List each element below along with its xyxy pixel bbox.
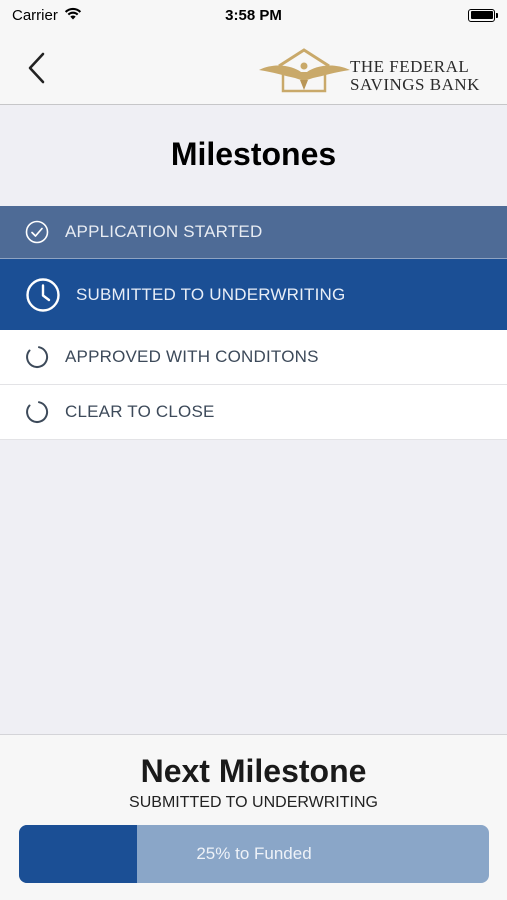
pending-circle-icon [25,400,49,424]
milestone-item-submitted-to-underwriting[interactable]: SUBMITTED TO UNDERWRITING [0,259,507,330]
status-left: Carrier [12,7,82,24]
progress-label: 25% to Funded [196,844,312,863]
milestone-label: SUBMITTED TO UNDERWRITING [76,284,346,304]
page-title: Milestones [170,136,337,172]
next-milestone-name: SUBMITTED TO UNDERWRITING [129,794,378,811]
logo-text: THE FEDERAL SAVINGS BANK [350,58,480,94]
back-button[interactable] [20,50,54,86]
check-circle-icon [25,220,49,244]
milestone-item-approved-with-conditions[interactable]: APPROVED WITH CONDITONS [0,330,507,385]
next-milestone-panel: Next Milestone SUBMITTED TO UNDERWRITING… [0,734,507,900]
milestone-label: CLEAR TO CLOSE [65,402,215,421]
nav-bar: THE FEDERAL SAVINGS BANK [0,30,507,105]
milestone-list: APPLICATION STARTED SUBMITTED TO UNDERWR… [0,206,507,440]
bank-logo: THE FEDERAL SAVINGS BANK [257,46,489,96]
milestone-label: APPROVED WITH CONDITONS [65,347,319,366]
logo-line-2: SAVINGS BANK [350,75,480,94]
logo-line-1: THE FEDERAL [350,57,470,76]
wifi-icon [64,7,82,24]
clock-icon [25,277,61,313]
eagle-house-icon [259,48,350,93]
carrier-label: Carrier [12,6,58,24]
next-milestone-title: Next Milestone [140,753,367,789]
pending-circle-icon [25,345,49,369]
battery-icon [468,8,498,22]
milestone-label: APPLICATION STARTED [65,222,263,241]
milestone-item-clear-to-close[interactable]: CLEAR TO CLOSE [0,385,507,440]
milestone-item-application-started[interactable]: APPLICATION STARTED [0,206,507,259]
chevron-left-icon [28,52,45,84]
status-bar: Carrier 3:58 PM [0,0,507,30]
funding-progress-bar: 25% to Funded [19,825,489,883]
